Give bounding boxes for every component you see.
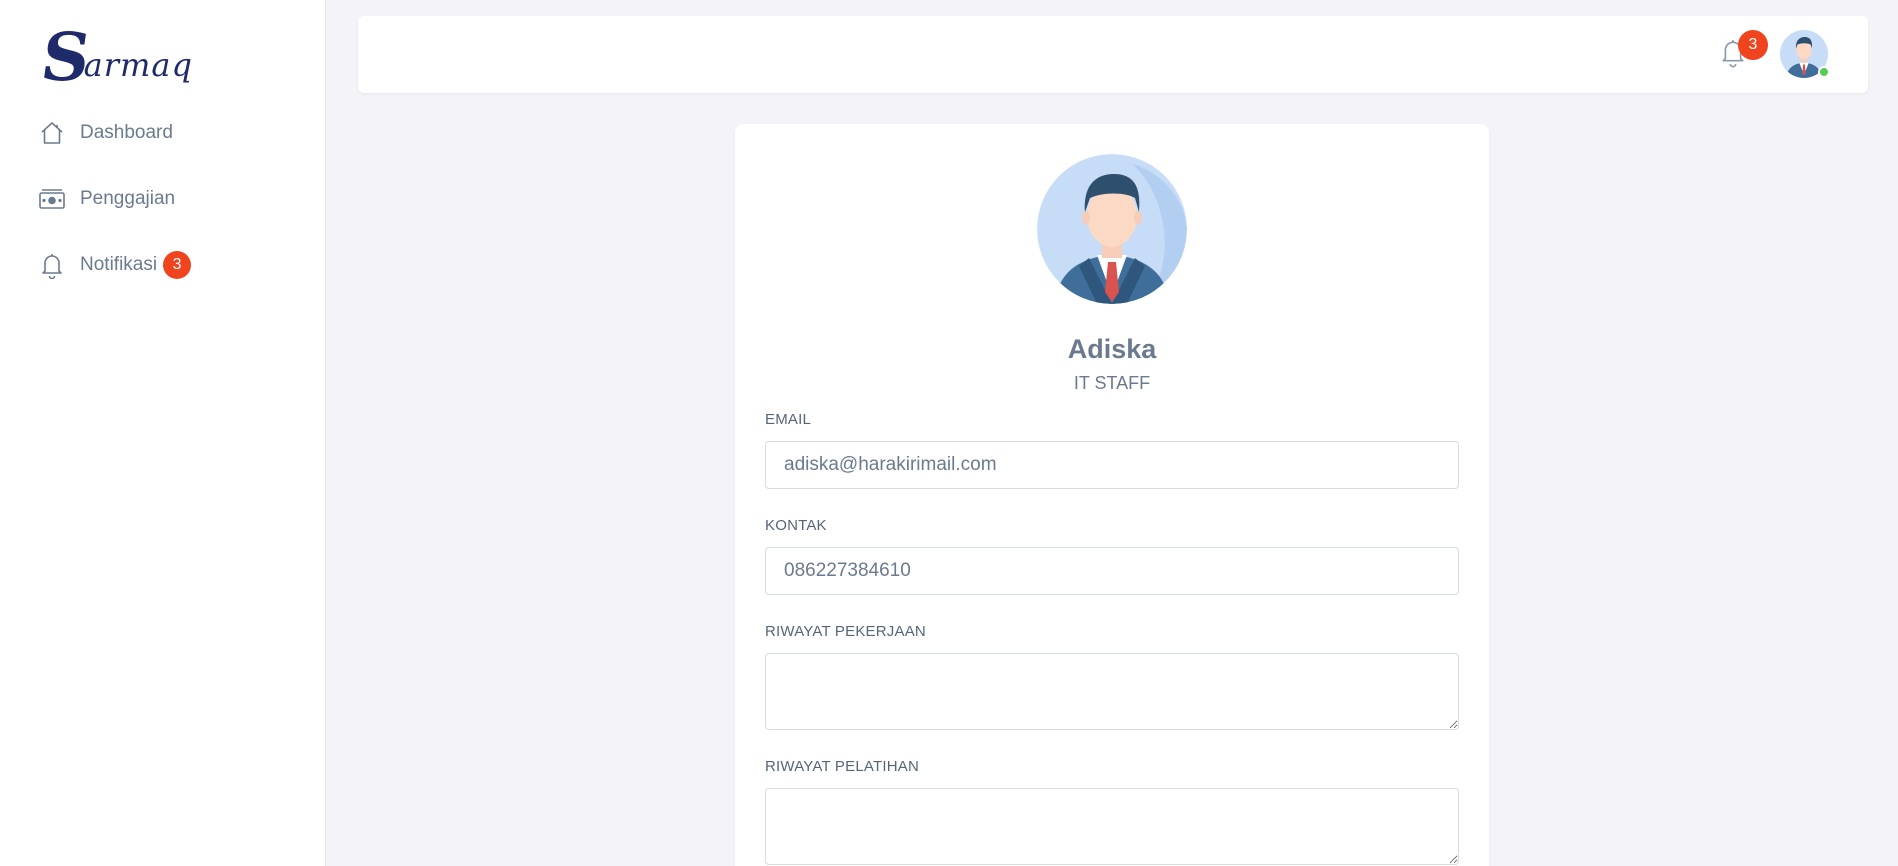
avatar-illustration [1037,154,1187,304]
kontak-label: KONTAK [765,517,827,534]
header-notification-badge: 3 [1738,30,1768,60]
sidebar-item-dashboard[interactable]: Dashboard [38,116,191,150]
kontak-field[interactable] [765,547,1459,595]
notification-badge: 3 [163,251,192,279]
sidebar-nav: Dashboard Penggajian Notifikasi 3 [38,116,192,314]
home-icon [38,119,66,147]
sidebar-item-label: Notifikasi [80,254,158,275]
riwayat-pekerjaan-label: RIWAYAT PEKERJAAN [765,623,926,640]
profile-avatar [1037,154,1187,304]
sidebar: S armaq Dashboard Penggajian Notifikasi … [0,0,326,866]
sidebar-item-penggajian[interactable]: Penggajian [38,182,191,216]
profile-name: Adiska [1067,334,1157,364]
riwayat-pelatihan-textarea[interactable] [765,788,1459,865]
money-icon [38,185,66,213]
sidebar-item-label: Penggajian [80,188,176,209]
logo-letter: S [36,18,96,96]
user-avatar-button[interactable] [1780,30,1830,78]
sidebar-item-label: Dashboard [80,122,173,143]
brand-logo[interactable]: S armaq [37,18,193,96]
bell-icon [38,251,66,279]
riwayat-pelatihan-label: RIWAYAT PELATIHAN [765,758,919,775]
profile-role: IT STAFF [1073,373,1151,393]
email-field[interactable] [765,441,1459,489]
profile-card: Adiska IT STAFF EMAIL KONTAK RIWAYAT PEK… [735,124,1489,866]
riwayat-pekerjaan-textarea[interactable] [765,653,1459,730]
top-header: 3 [358,16,1868,93]
email-label: EMAIL [765,411,812,428]
online-status-indicator [1818,66,1830,78]
sidebar-item-notifikasi[interactable]: Notifikasi 3 [38,248,192,282]
logo-text: armaq [83,46,193,84]
